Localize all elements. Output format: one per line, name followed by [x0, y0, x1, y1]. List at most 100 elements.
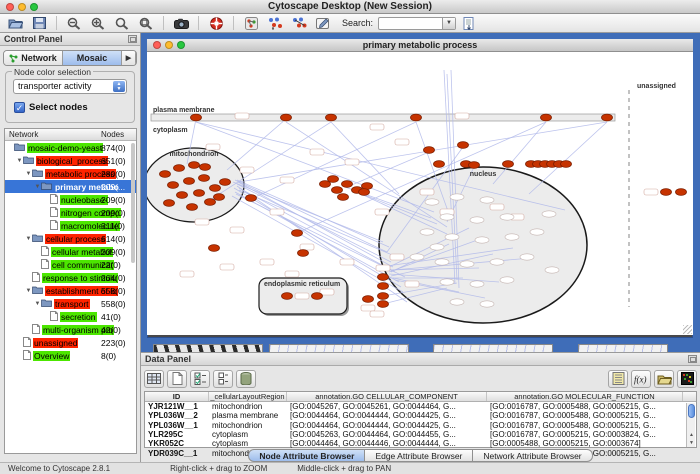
table-row[interactable]: YKR052Ccytoplasm[GO:0044464, GO:0044446,… [145, 439, 696, 448]
help-lifering-button[interactable] [205, 15, 227, 32]
file-icon [41, 246, 49, 258]
expander-icon[interactable]: ▼ [25, 171, 32, 177]
table-cell: cytoplasm [209, 430, 287, 439]
network-view-window[interactable]: primary metabolic process plasma membran… [144, 36, 696, 341]
table-row[interactable]: YLR295Ccytoplasm[GO:0045263, GO:0044464,… [145, 430, 696, 439]
float-panel-icon[interactable] [688, 355, 697, 363]
table-cell: [GO:0016787, GO:0005215, GO:0003824, G..… [487, 430, 683, 439]
table-scrollbar[interactable]: ▲ ▼ [686, 403, 695, 447]
zoom-fit-button[interactable] [111, 15, 133, 32]
matrix-view-button[interactable] [677, 370, 697, 388]
table-row[interactable]: YPL036W__1mitochondrion[GO:0044464, GO:0… [145, 421, 696, 430]
annotation-button[interactable] [312, 15, 334, 32]
search-options-button[interactable] [458, 15, 480, 32]
function-builder-button[interactable]: f(x) [631, 370, 651, 388]
tree-row-cellular-metabol[interactable]: cellular metabol209(0) [5, 245, 136, 258]
expander-icon[interactable]: ▼ [34, 184, 41, 190]
tree-row-overview[interactable]: Overview8(0) [5, 349, 136, 362]
svg-text:endoplasmic reticulum: endoplasmic reticulum [264, 281, 340, 288]
background-window[interactable] [578, 344, 668, 352]
tab-edge-attribute-browser[interactable]: Edge Attribute Browser [365, 449, 473, 462]
table-row[interactable]: YJR121W__1mitochondrion[GO:0045267, GO:0… [145, 402, 696, 411]
new-attribute-button[interactable] [167, 370, 187, 388]
layout-edges-button[interactable] [288, 15, 310, 32]
import-attributes-button[interactable] [654, 370, 674, 388]
folder-icon [32, 168, 43, 179]
zoom-selected-button[interactable] [135, 15, 157, 32]
tree-row-secretion[interactable]: secretion41(0) [5, 310, 136, 323]
tree-row-nodes-count: 209(0) [101, 195, 126, 205]
tree-row-establishment-of-lo[interactable]: ▼establishment of lo558(0) [5, 284, 136, 297]
expander-icon[interactable]: ▼ [25, 236, 32, 242]
tree-row-cellular-process[interactable]: ▼ cellular process614(0) [5, 232, 136, 245]
tree-row-mosaic-demo-yeast[interactable]: mosaic-demo-yeast874(0) [5, 141, 136, 154]
table-cell: cytoplasm [209, 439, 287, 448]
tree-row-primary-metabo[interactable]: ▼primary metabo209(... [5, 180, 136, 193]
tree-row-nodes-count: 614(0) [101, 234, 126, 244]
tree-row-label: biological_process [36, 156, 108, 166]
float-panel-icon[interactable] [128, 35, 137, 43]
tab-overflow-button[interactable]: ▶ [122, 51, 136, 65]
tree-row-unassigned[interactable]: unassigned223(0) [5, 336, 136, 349]
tab-network-attribute-browser[interactable]: Network Attribute Browser [473, 449, 592, 462]
file-icon [23, 350, 31, 362]
svg-text:cytoplasm: cytoplasm [153, 127, 188, 134]
attribute-grid-button[interactable] [144, 370, 164, 388]
tree-row-macromolecule[interactable]: macromolecule311(0) [5, 219, 136, 232]
tree-row-multi-organism-pro[interactable]: multi-organism pro42(0) [5, 323, 136, 336]
background-window[interactable] [433, 344, 553, 352]
tab-mosaic[interactable]: Mosaic [63, 51, 122, 65]
tree-row-metabolic-process[interactable]: ▼metabolic process280(0) [5, 167, 136, 180]
node-color-dropdown[interactable]: transporter activity ▲▼ [13, 79, 127, 94]
expander-icon[interactable]: ▼ [25, 288, 32, 294]
scrollbar-thumb[interactable] [688, 404, 695, 418]
tree-row-transport[interactable]: ▼transport558(0) [5, 297, 136, 310]
search-input[interactable]: ▼ [378, 17, 456, 30]
unselect-attributes-button[interactable] [213, 370, 233, 388]
table-cell: [GO:0016787, GO:0005488, GO:0005215, G..… [487, 402, 683, 411]
tree-row-biological-process[interactable]: ▼ biological_process651(0) [5, 154, 136, 167]
search-dropdown-icon[interactable]: ▼ [442, 18, 455, 29]
table-cell: YPL036W__1 [145, 421, 209, 430]
save-session-button[interactable] [28, 15, 50, 32]
expander-icon[interactable]: ▼ [16, 158, 23, 164]
background-window[interactable] [153, 344, 263, 352]
tree-scrollbar[interactable] [131, 143, 135, 263]
table-row[interactable]: YPL036W__2plasma membrane[GO:0044464, GO… [145, 411, 696, 420]
select-nodes-label: Select nodes [29, 102, 88, 113]
column-header[interactable]: _cellularLayoutRegion [209, 392, 287, 401]
layout-nodes-button[interactable] [264, 15, 286, 32]
expander-icon[interactable]: ▼ [34, 301, 41, 307]
network-tree-header[interactable]: Network Nodes [5, 129, 136, 141]
tab-network[interactable]: Network [4, 51, 63, 65]
open-file-button[interactable] [4, 15, 26, 32]
file-icon [50, 194, 58, 206]
tree-row-nodes-count: 651(0) [101, 156, 126, 166]
network-window-titlebar[interactable]: primary metabolic process [147, 39, 693, 52]
tree-row-label: cellular process [45, 234, 106, 244]
tab-node-attribute-browser[interactable]: Node Attribute Browser [248, 449, 365, 462]
zoom-out-button[interactable] [63, 15, 85, 32]
file-icon [50, 311, 58, 323]
snapshot-camera-button[interactable] [170, 15, 192, 32]
scroll-down-icon[interactable]: ▼ [687, 439, 696, 447]
scroll-up-icon[interactable]: ▲ [687, 431, 696, 439]
zoom-in-button[interactable] [87, 15, 109, 32]
column-header[interactable]: ID [145, 392, 209, 401]
resize-grip-icon[interactable] [683, 325, 692, 334]
tree-row-nucleobase-[interactable]: nucleobase-209(0) [5, 193, 136, 206]
delete-attribute-button[interactable] [236, 370, 256, 388]
column-header[interactable]: annotation.GO MOLECULAR_FUNCTION [487, 392, 683, 401]
select-attributes-button[interactable] [190, 370, 210, 388]
attribute-batch-button[interactable] [608, 370, 628, 388]
tree-row-cell-communicat[interactable]: cell communicat22(0) [5, 258, 136, 271]
select-nodes-checkbox[interactable]: ✓ [14, 102, 25, 113]
column-header[interactable]: annotation.GO CELLULAR_COMPONENT [287, 392, 487, 401]
tree-row-nodes-count: 209(0) [101, 208, 126, 218]
background-window[interactable] [269, 344, 409, 352]
network-overview-button[interactable] [240, 15, 262, 32]
network-canvas[interactable]: plasma membranecytoplasmmitochondrionnuc… [147, 52, 693, 335]
attribute-table-header[interactable]: ID_cellularLayoutRegionannotation.GO CEL… [145, 392, 696, 402]
tree-row-response-to-stimulu[interactable]: response to stimulu264(0) [5, 271, 136, 284]
tree-row-nitrogen-compo[interactable]: nitrogen compo209(0) [5, 206, 136, 219]
